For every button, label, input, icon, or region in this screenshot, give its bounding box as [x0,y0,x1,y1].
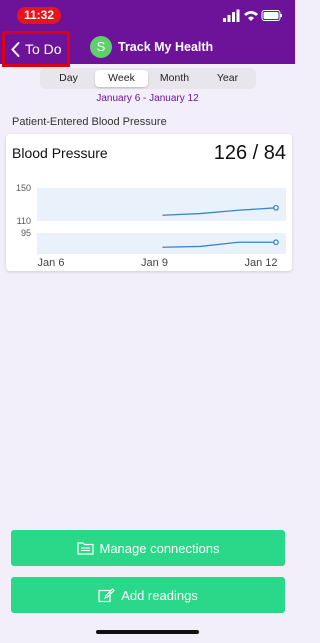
date-range: January 6 - January 12 [96,93,199,104]
battery-icon [261,10,282,21]
back-label: To Do [25,41,62,57]
tab-day[interactable]: Day [42,70,95,87]
series-point [273,239,279,246]
status-icons [223,9,282,22]
tab-month[interactable]: Month [148,70,201,87]
avatar: S [90,36,112,58]
blood-pressure-chart: 150 110 95 Jan 6 Jan 9 Jan 12 [16,183,286,269]
signal-icon [223,9,240,22]
x-tick-label: Jan 9 [141,257,168,269]
page-title: Track My Health [118,40,214,54]
chart-band [37,188,286,221]
section-label: Patient-Entered Blood Pressure [12,116,167,128]
manage-connections-button[interactable]: Manage connections [11,530,285,566]
range-segmented-control: Day Week Month Year [40,68,256,89]
status-time: 11:32 [17,7,61,24]
tab-year[interactable]: Year [201,70,254,87]
edit-icon [98,587,115,602]
wifi-icon [244,11,258,21]
x-tick-label: Jan 6 [38,257,65,269]
manage-connections-label: Manage connections [99,540,220,556]
y-tick-label: 150 [16,183,31,193]
series-point [273,204,279,211]
folder-icon [76,542,94,555]
x-tick-label: Jan 12 [244,257,277,269]
tab-week[interactable]: Week [95,70,148,87]
back-button[interactable]: To Do [2,31,70,67]
y-tick-label: 95 [21,228,31,238]
add-readings-label: Add readings [121,587,198,603]
chevron-left-icon [11,41,20,57]
add-readings-button[interactable]: Add readings [11,577,285,613]
home-indicator [96,630,199,634]
chart-band [37,233,286,254]
y-tick-label: 110 [17,216,31,226]
blood-pressure-card[interactable]: Blood Pressure 126 / 84 150 110 95 Jan 6 Jan… [6,134,292,271]
app-header: 11:32 To Do S Track My Health [0,0,295,67]
